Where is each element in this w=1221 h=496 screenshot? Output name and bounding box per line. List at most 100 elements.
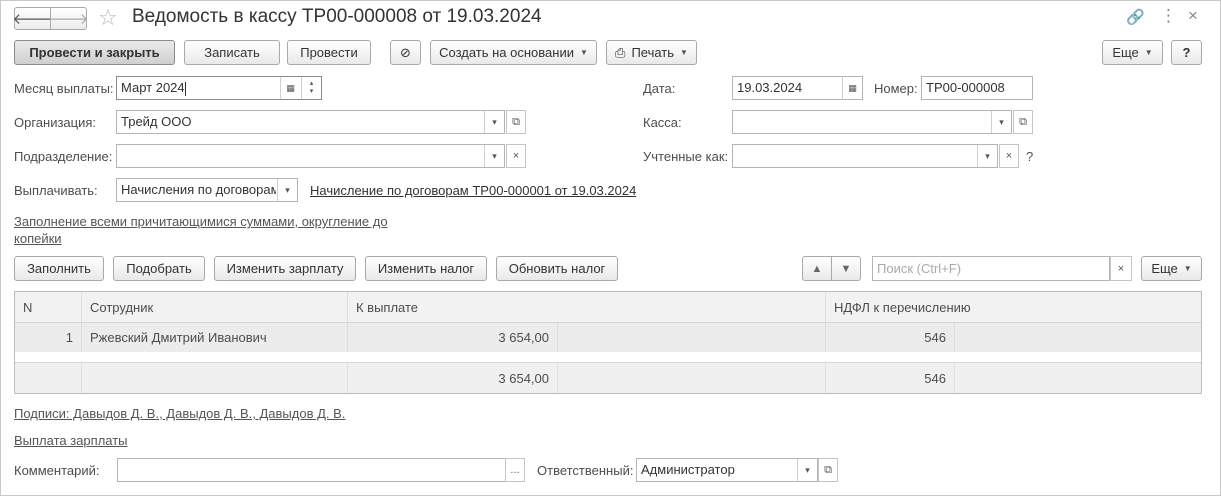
header-tax[interactable]: НДФЛ к перечислению [826,292,1201,322]
stepper-up-icon: ▴ [309,80,314,87]
dropdown-icon[interactable]: ▾ [797,459,817,481]
row-tax-extra [955,323,1201,352]
text-cursor [184,81,186,96]
help-button[interactable]: ? [1171,40,1202,65]
document-window: 🡐 🡒 ☆ Ведомость в кассу ТР00-000008 от 1… [0,0,1221,496]
table-header: N Сотрудник К выплате НДФЛ к перечислени… [15,292,1201,323]
pay-type-select[interactable]: Начисления по договорам ▾ [116,178,298,202]
open-icon[interactable]: ⧉ [818,458,838,482]
page-title: Ведомость в кассу ТР00-000008 от 19.03.2… [132,6,542,27]
pay-label: Выплачивать: [14,183,98,198]
fill-settings-link-line1[interactable]: Заполнение всеми причитающимися суммами,… [14,214,388,229]
counted-as-label: Учтенные как: [643,149,729,164]
dropdown-icon[interactable]: ▾ [991,111,1011,133]
move-down-button[interactable]: ▼ [831,256,861,281]
fill-settings-link-line2[interactable]: копейки [14,231,62,246]
arrow-up-icon: ▲ [811,262,823,275]
arrow-right-icon: 🡒 [48,11,89,28]
arrow-down-icon: ▼ [840,262,852,275]
month-field[interactable]: Март 2024 ▦ ▴ ▾ [116,76,322,100]
salary-payment-link[interactable]: Выплата зарплаты [14,433,128,448]
organization-value: Трейд ООО [121,114,192,129]
update-tax-button[interactable]: Обновить налог [496,256,618,281]
back-button[interactable]: 🡐 [12,7,53,30]
comment-label: Комментарий: [14,463,100,478]
arrow-left-icon: 🡐 [12,11,53,28]
favorite-star-icon[interactable]: ☆ [98,5,118,31]
counted-as-help[interactable]: ? [1026,149,1033,164]
attach-button[interactable]: ⊘ [390,40,421,65]
print-button[interactable]: ⎙ Печать ▼ [606,40,697,65]
responsible-field[interactable]: Администратор ▾ [636,458,818,482]
signatures-link[interactable]: Подписи: Давыдов Д. В., Давыдов Д. В., Д… [14,406,345,421]
date-label: Дата: [643,81,676,96]
table-more-button[interactable]: Еще ▼ [1141,256,1202,281]
row-n: 1 [15,323,82,352]
comment-field[interactable] [117,458,506,482]
table-more-label: Еще [1151,261,1178,276]
calendar-icon[interactable]: ▦ [842,77,862,99]
row-employee: Ржевский Дмитрий Иванович [82,323,348,352]
cash-field[interactable]: ▾ [732,110,1012,134]
table-row[interactable]: 1 Ржевский Дмитрий Иванович 3 654,00 546 [15,323,1201,352]
close-icon[interactable]: × [1188,6,1198,26]
chevron-down-icon: ▼ [1144,48,1153,57]
table-footer: 3 654,00 546 [15,362,1201,393]
footer-employee [82,363,348,393]
header-employee[interactable]: Сотрудник [82,292,348,322]
move-up-button[interactable]: ▲ [802,256,832,281]
calendar-icon[interactable]: ▦ [280,77,300,99]
accrual-document-link[interactable]: Начисление по договорам ТР00-000001 от 1… [310,183,636,198]
responsible-label: Ответственный: [537,463,634,478]
search-input[interactable]: Поиск (Ctrl+F) [872,256,1110,281]
number-field[interactable]: ТР00-000008 [921,76,1033,100]
organization-label: Организация: [14,115,97,130]
date-value: 19.03.2024 [737,80,803,95]
organization-field[interactable]: Трейд ООО ▾ [116,110,505,134]
row-pay: 3 654,00 [348,323,558,352]
print-label: Печать [631,45,675,60]
post-button[interactable]: Провести [287,40,371,65]
more-menu-icon[interactable]: ⋮ [1160,6,1177,26]
search-placeholder: Поиск (Ctrl+F) [877,261,962,276]
change-tax-button[interactable]: Изменить налог [365,256,487,281]
clear-icon[interactable]: × [506,144,526,168]
search-clear-icon[interactable]: × [1110,256,1132,281]
footer-pay-extra [558,363,826,393]
department-field[interactable]: ▾ [116,144,505,168]
fill-button[interactable]: Заполнить [14,256,104,281]
cash-label: Касса: [643,115,682,130]
comment-expand-button[interactable]: ... [505,458,525,482]
footer-tax-extra [955,363,1201,393]
save-button[interactable]: Записать [184,40,280,65]
open-icon[interactable]: ⧉ [1013,110,1033,134]
more-button[interactable]: Еще ▼ [1102,40,1163,65]
footer-total-tax: 546 [826,363,955,393]
create-based-on-button[interactable]: Создать на основании ▼ [430,40,597,65]
change-salary-button[interactable]: Изменить зарплату [214,256,356,281]
counted-as-field[interactable]: ▾ [732,144,998,168]
dropdown-icon[interactable]: ▾ [277,179,297,201]
stepper-down-icon: ▾ [309,88,314,95]
dropdown-icon[interactable]: ▾ [484,111,504,133]
header-to-pay[interactable]: К выплате [348,292,826,322]
chevron-down-icon: ▼ [1183,264,1192,273]
create-based-on-label: Создать на основании [439,45,574,60]
dropdown-icon[interactable]: ▾ [977,145,997,167]
header-n[interactable]: N [15,292,82,322]
month-stepper[interactable]: ▴ ▾ [301,77,321,99]
more-label: Еще [1112,45,1139,60]
pick-button[interactable]: Подобрать [113,256,205,281]
link-icon[interactable]: 🔗 [1126,8,1145,26]
department-label: Подразделение: [14,149,113,164]
post-and-close-button[interactable]: Провести и закрыть [14,40,175,65]
dropdown-icon[interactable]: ▾ [484,145,504,167]
date-field[interactable]: 19.03.2024 ▦ [732,76,863,100]
forward-button[interactable]: 🡒 [48,7,89,30]
clear-icon[interactable]: × [999,144,1019,168]
open-icon[interactable]: ⧉ [506,110,526,134]
row-pay-extra [558,323,826,352]
responsible-value: Администратор [641,462,735,477]
number-value: ТР00-000008 [926,80,1005,95]
month-label: Месяц выплаты: [14,81,114,96]
